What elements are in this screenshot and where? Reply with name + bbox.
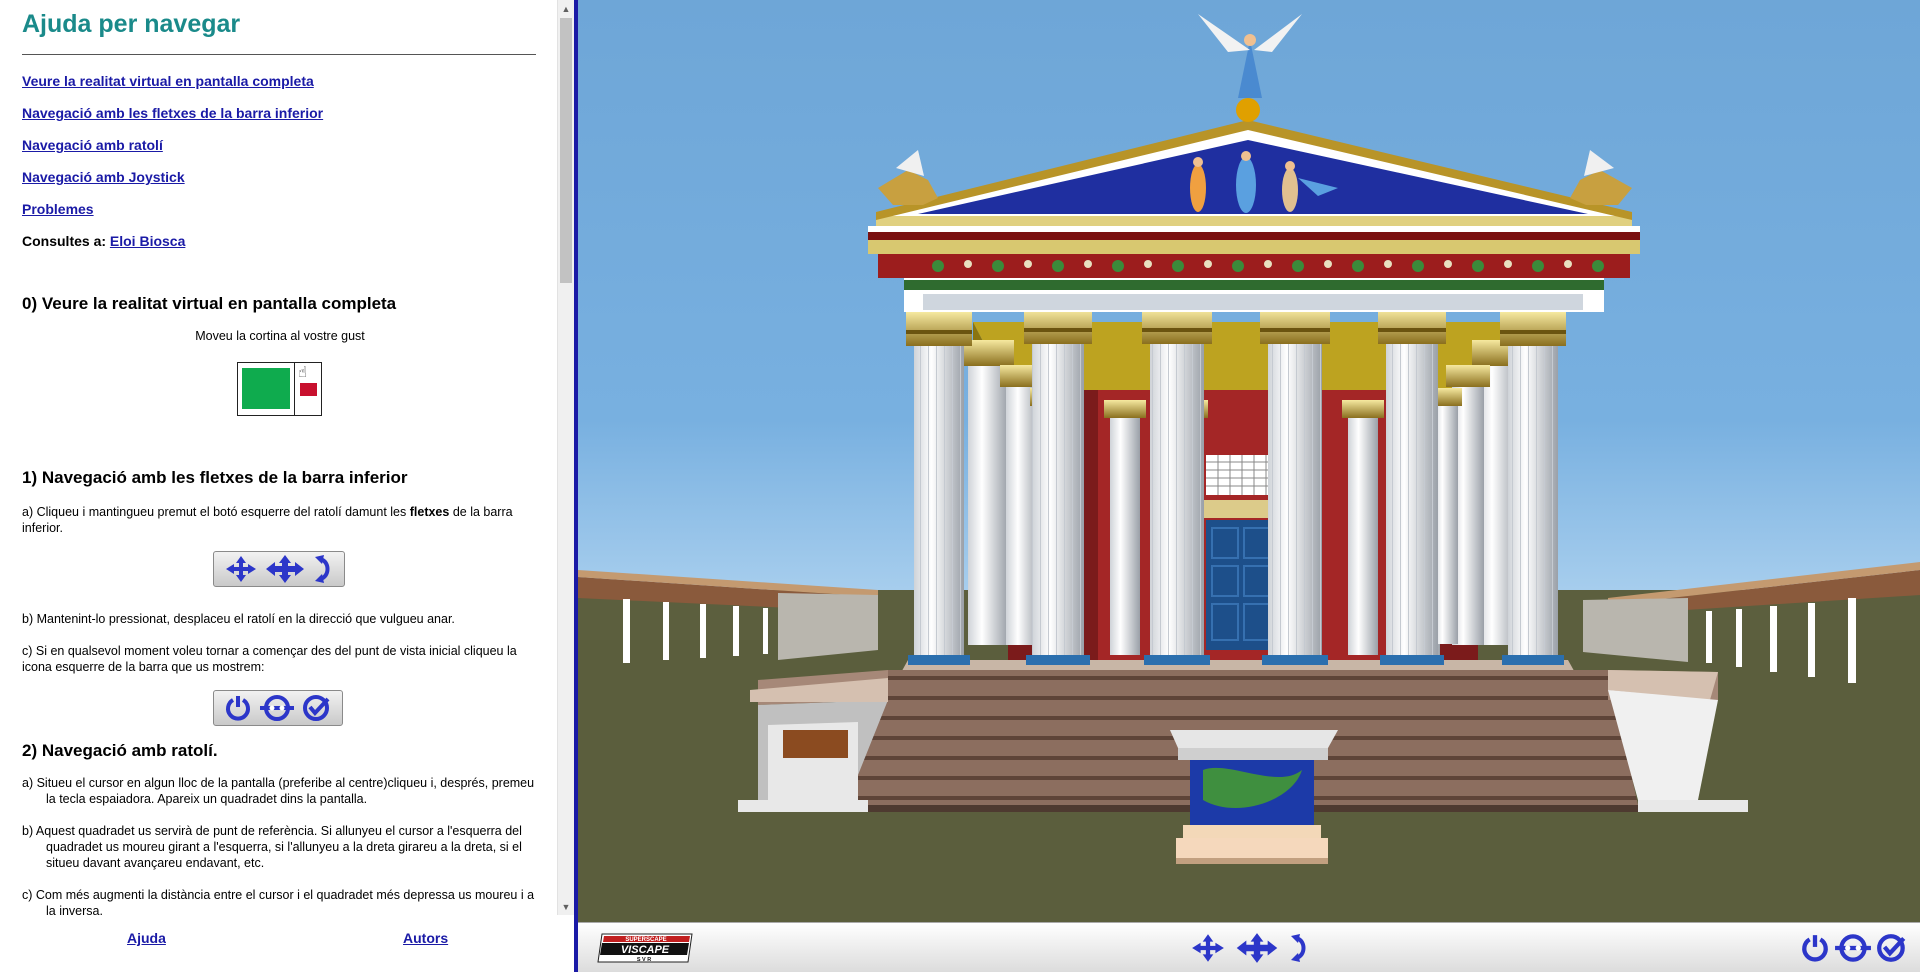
red-panel-icon <box>300 383 317 396</box>
toc-link-mouse[interactable]: Navegació amb ratolí <box>22 137 163 153</box>
section-0-text: Moveu la cortina al vostre gust <box>195 329 365 343</box>
arrows-toolbar-image <box>213 551 345 587</box>
view-toolbar-image <box>213 690 343 726</box>
scroll-down-arrow-icon[interactable]: ▼ <box>558 898 574 915</box>
authors-footer-link[interactable]: Autors <box>403 930 448 946</box>
walk-icon <box>265 555 304 583</box>
page-title: Ajuda per navegar <box>22 10 241 38</box>
section-2-step-b: b) Aquest quadradet us servirà de punt d… <box>22 824 522 870</box>
title-divider <box>22 54 536 55</box>
toc-link-arrows[interactable]: Navegació amb les fletxes de la barra in… <box>22 105 323 121</box>
previous-view-icon <box>259 695 294 721</box>
section-1-step-b: b) Mantenint-lo pressionat, desplaceu el… <box>22 612 455 626</box>
rotate-icon <box>315 555 330 583</box>
temple-scene <box>578 0 1920 922</box>
view-controls <box>1800 930 1908 966</box>
previous-view-icon[interactable] <box>1834 933 1872 963</box>
viscape-logo: SUPERSCAPE VISCAPE S V R <box>597 933 693 963</box>
help-scroll-area[interactable]: Ajuda per navegar Veure la realitat virt… <box>0 0 574 915</box>
section-2-step-a: a) Situeu el cursor en algun lloc de la … <box>22 776 535 806</box>
section-2-step-c: c) Com més augmenti la distància entre e… <box>22 888 535 915</box>
contact-link[interactable]: Eloi Biosca <box>110 233 185 249</box>
vr-viewer: SUPERSCAPE VISCAPE S V R <box>578 0 1920 972</box>
move-icon <box>225 556 256 582</box>
walk-icon[interactable] <box>1234 932 1280 964</box>
svg-text:SUPERSCAPE: SUPERSCAPE <box>625 937 666 943</box>
next-view-icon[interactable] <box>1876 933 1908 963</box>
scroll-thumb[interactable] <box>560 18 572 283</box>
move-icon[interactable] <box>1190 933 1226 963</box>
curtain-icon: ☝ <box>237 362 322 416</box>
section-1-heading: 1) Navegació amb les fletxes de la barra… <box>22 468 408 487</box>
vr-toolbar: SUPERSCAPE VISCAPE S V R <box>578 922 1920 972</box>
next-view-icon <box>303 695 330 721</box>
section-0-heading: 0) Veure la realitat virtual en pantalla… <box>22 294 397 313</box>
svg-text:S V R: S V R <box>637 957 651 963</box>
section-1-step-a: a) Cliqueu i mantingueu premut el botó e… <box>22 505 513 535</box>
toc-link-problems[interactable]: Problemes <box>22 201 94 217</box>
help-frame: Ajuda per navegar Veure la realitat virt… <box>0 0 574 972</box>
pointer-hand-icon: ☝ <box>298 364 308 381</box>
scroll-up-arrow-icon[interactable]: ▲ <box>558 0 574 17</box>
section-2-heading: 2) Navegació amb ratolí. <box>22 741 218 760</box>
toc-link-fullscreen[interactable]: Veure la realitat virtual en pantalla co… <box>22 73 314 89</box>
reset-view-icon[interactable] <box>1800 933 1830 963</box>
section-1-step-c: c) Si en qualsevol moment voleu tornar a… <box>22 644 517 674</box>
rotate-icon[interactable] <box>1288 933 1310 963</box>
reset-view-icon <box>225 696 250 721</box>
svg-text:VISCAPE: VISCAPE <box>621 944 670 956</box>
help-scrollbar[interactable]: ▲ ▼ <box>557 0 574 915</box>
help-footer-link[interactable]: Ajuda <box>127 930 166 946</box>
toc-link-joystick[interactable]: Navegació amb Joystick <box>22 169 185 185</box>
vr-scene-canvas[interactable] <box>578 0 1920 922</box>
green-panel-icon <box>242 368 290 409</box>
contact-label: Consultes a: <box>22 233 107 249</box>
navigation-arrows <box>1190 930 1310 966</box>
contact-line: Consultes a: Eloi Biosca <box>22 233 185 249</box>
